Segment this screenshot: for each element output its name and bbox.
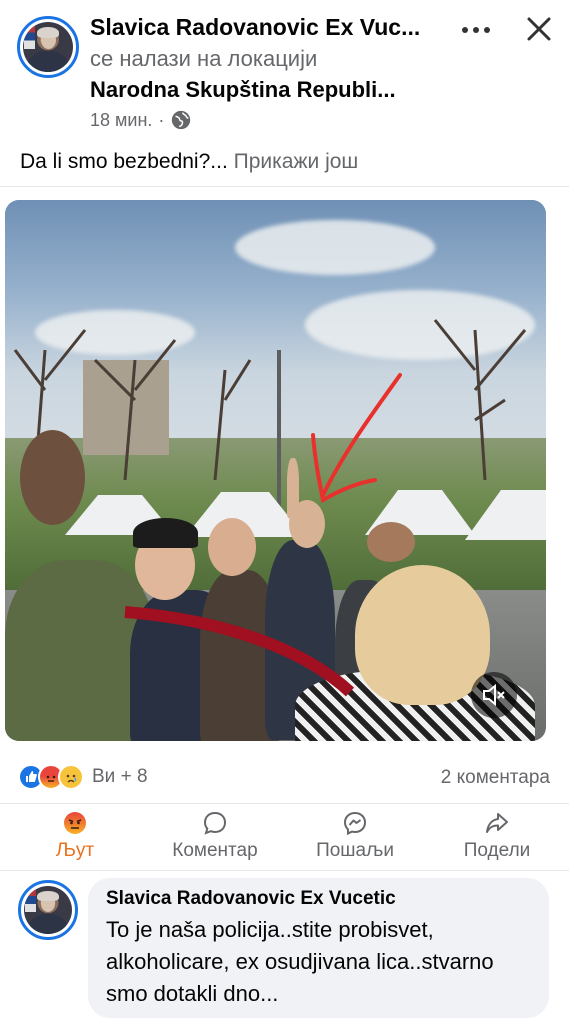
meta-separator: · <box>158 109 165 130</box>
angry-icon <box>64 812 86 834</box>
avatar-image <box>23 22 73 72</box>
send-button[interactable]: Пошаљи <box>305 810 405 866</box>
see-more-link[interactable]: Прикажи још <box>234 150 359 173</box>
location-prefix: се налази на локацији <box>90 46 318 71</box>
post-body: Da li smo bezbedni?... <box>20 150 228 173</box>
post-meta: 18 мин. · <box>90 109 192 131</box>
reactions-summary[interactable]: Ви + 8 <box>18 764 148 790</box>
share-label: Подели <box>463 840 531 861</box>
post-video[interactable] <box>5 200 546 741</box>
close-icon[interactable] <box>522 12 556 46</box>
messenger-icon <box>343 811 367 836</box>
comment-author[interactable]: Slavica Radovanovic Ex Vucetic <box>106 888 531 910</box>
divider <box>0 803 569 804</box>
mute-icon[interactable] <box>471 672 517 718</box>
post-text: Da li smo bezbedni?... Прикажи још <box>20 150 358 174</box>
comment-text: To je naša policija..stite probisvet, al… <box>106 917 494 1006</box>
comment-bubble[interactable]: Slavica Radovanovic Ex Vucetic To je naš… <box>88 878 549 1018</box>
arrow-annotation-icon <box>311 373 402 504</box>
sad-icon <box>58 764 84 790</box>
post-time[interactable]: 18 мин. <box>90 110 152 131</box>
share-button[interactable]: Подели <box>452 810 542 866</box>
share-icon <box>486 813 508 833</box>
comment-button[interactable]: Коментар <box>160 810 270 866</box>
send-label: Пошаљи <box>316 840 394 861</box>
divider <box>0 186 569 187</box>
avatar <box>18 880 78 940</box>
author-name[interactable]: Slavica Radovanovic Ex Vuc... <box>90 14 420 41</box>
more-options-button[interactable] <box>456 14 496 46</box>
reactions-count: Ви + 8 <box>92 766 148 787</box>
comment-icon <box>203 811 227 835</box>
react-button[interactable]: Љут <box>40 810 110 866</box>
comments-count[interactable]: 2 коментара <box>441 767 550 789</box>
post-header: Slavica Radovanovic Ex Vuc... се налази … <box>0 0 569 140</box>
commenter-avatar[interactable] <box>18 880 78 940</box>
react-label: Љут <box>55 840 95 861</box>
location-name[interactable]: Narodna Skupština Republi... <box>90 77 396 103</box>
author-avatar[interactable] <box>17 16 79 78</box>
comment-label: Коментар <box>172 840 258 861</box>
globe-icon <box>172 110 191 130</box>
divider <box>0 870 569 871</box>
